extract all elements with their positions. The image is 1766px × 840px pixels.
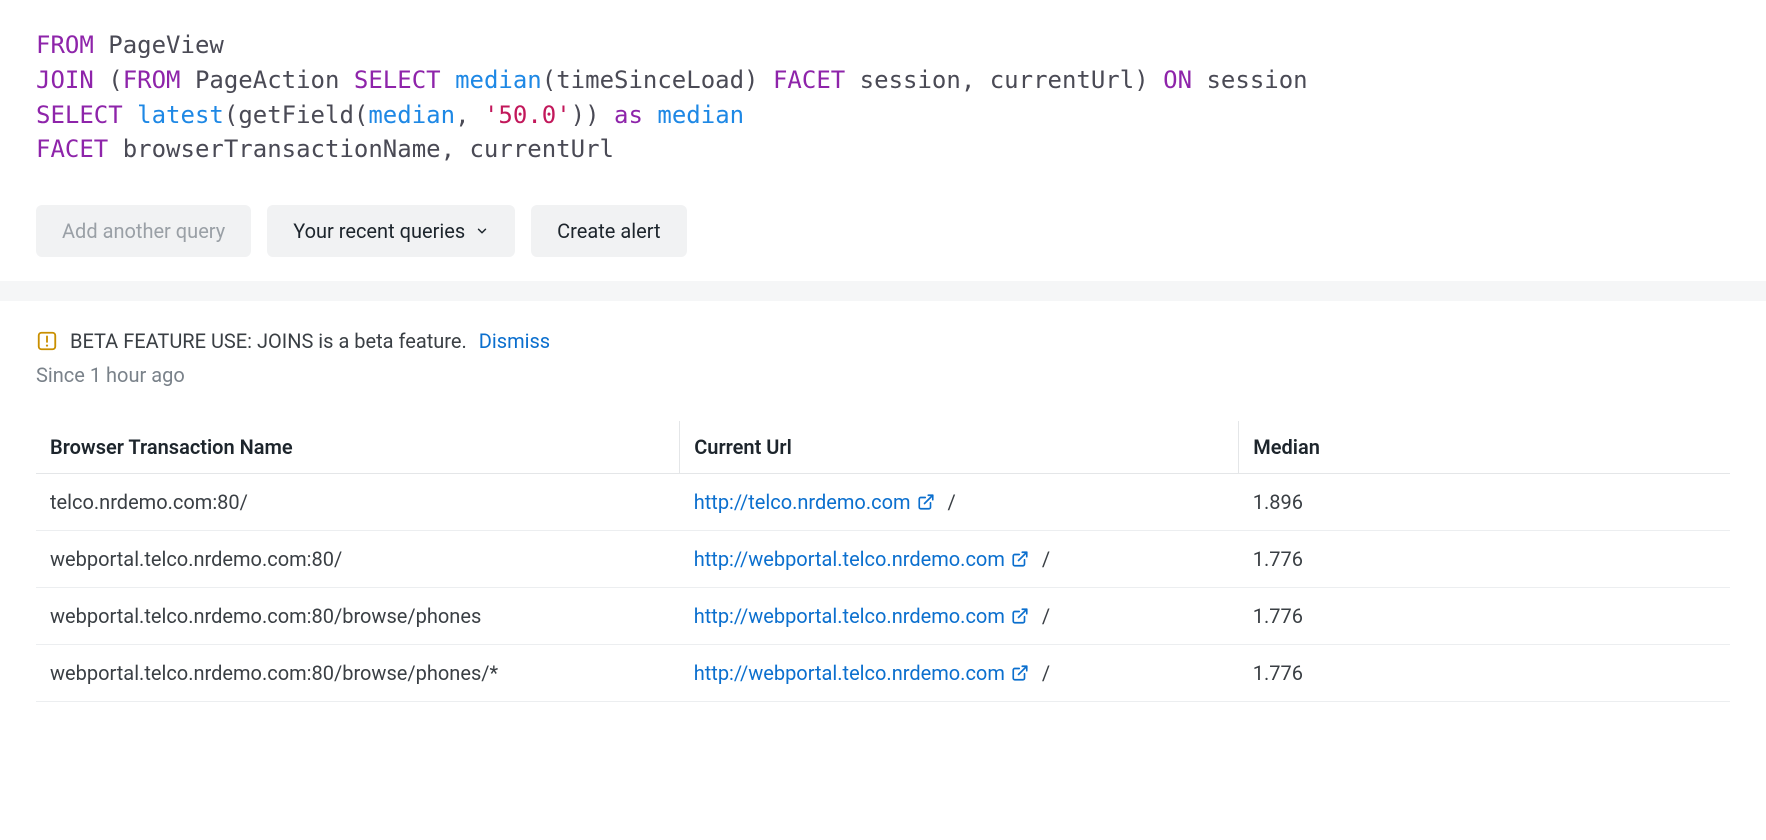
col-browser-transaction-name[interactable]: Browser Transaction Name <box>36 421 680 474</box>
kw-from: FROM <box>36 31 94 59</box>
url-link[interactable]: http://webportal.telco.nrdemo.com <box>694 661 1005 685</box>
section-divider <box>0 281 1766 301</box>
cell-browser-transaction-name: webportal.telco.nrdemo.com:80/browse/pho… <box>36 645 680 702</box>
table-row[interactable]: webportal.telco.nrdemo.com:80/browse/pho… <box>36 588 1730 645</box>
table-row[interactable]: telco.nrdemo.com:80/http://telco.nrdemo.… <box>36 474 1730 531</box>
fn-median: median <box>455 66 542 94</box>
cell-current-url: http://webportal.telco.nrdemo.com / <box>680 645 1239 702</box>
chevron-down-icon <box>475 224 489 238</box>
cell-current-url: http://telco.nrdemo.com / <box>680 474 1239 531</box>
external-link-icon <box>917 493 935 511</box>
results-table: Browser Transaction Name Current Url Med… <box>36 421 1730 702</box>
external-link-icon <box>1011 664 1029 682</box>
external-link-icon <box>1011 550 1029 568</box>
recent-queries-button[interactable]: Your recent queries <box>267 205 515 257</box>
kw-select2: SELECT <box>36 101 123 129</box>
query-editor-section: FROM PageView JOIN (FROM PageAction SELE… <box>0 0 1766 281</box>
arg-median: median <box>368 101 455 129</box>
create-alert-button[interactable]: Create alert <box>531 205 686 257</box>
add-query-label: Add another query <box>62 219 225 243</box>
cell-median: 1.896 <box>1239 474 1730 531</box>
alias-median: median <box>657 101 744 129</box>
cell-browser-transaction-name: telco.nrdemo.com:80/ <box>36 474 680 531</box>
fn-latest: latest <box>137 101 224 129</box>
url-suffix: / <box>1037 661 1050 685</box>
str-literal: '50.0' <box>484 101 571 129</box>
kw-on: ON <box>1163 66 1192 94</box>
url-link[interactable]: http://webportal.telco.nrdemo.com <box>694 604 1005 628</box>
cell-median: 1.776 <box>1239 645 1730 702</box>
fn-getfield: getField <box>238 101 354 129</box>
url-suffix: / <box>1037 547 1050 571</box>
external-link-icon <box>1011 607 1029 625</box>
cell-browser-transaction-name: webportal.telco.nrdemo.com:80/ <box>36 531 680 588</box>
cell-median: 1.776 <box>1239 531 1730 588</box>
kw-join: JOIN <box>36 66 94 94</box>
table-header-row: Browser Transaction Name Current Url Med… <box>36 421 1730 474</box>
beta-text: BETA FEATURE USE: JOINS is a beta featur… <box>70 329 467 353</box>
cell-browser-transaction-name: webportal.telco.nrdemo.com:80/browse/pho… <box>36 588 680 645</box>
col-median[interactable]: Median <box>1239 421 1730 474</box>
table-row[interactable]: webportal.telco.nrdemo.com:80/http://web… <box>36 531 1730 588</box>
cell-median: 1.776 <box>1239 588 1730 645</box>
kw-facet: FACET <box>773 66 845 94</box>
cell-current-url: http://webportal.telco.nrdemo.com / <box>680 531 1239 588</box>
tbl-pageaction: PageAction <box>195 66 340 94</box>
kw-as: as <box>614 101 643 129</box>
url-suffix: / <box>943 490 956 514</box>
tbl-pageview: PageView <box>108 31 224 59</box>
create-alert-label: Create alert <box>557 219 660 243</box>
table-row[interactable]: webportal.telco.nrdemo.com:80/browse/pho… <box>36 645 1730 702</box>
since-text: Since 1 hour ago <box>36 363 1730 387</box>
kw-select: SELECT <box>354 66 441 94</box>
nrql-query[interactable]: FROM PageView JOIN (FROM PageAction SELE… <box>36 28 1730 167</box>
kw-facet2: FACET <box>36 135 108 163</box>
add-another-query-button[interactable]: Add another query <box>36 205 251 257</box>
results-section: BETA FEATURE USE: JOINS is a beta featur… <box>0 301 1766 722</box>
url-link[interactable]: http://telco.nrdemo.com <box>694 490 911 514</box>
url-link[interactable]: http://webportal.telco.nrdemo.com <box>694 547 1005 571</box>
recent-queries-label: Your recent queries <box>293 219 465 243</box>
kw-from2: FROM <box>123 66 181 94</box>
warn-icon <box>36 330 58 352</box>
dismiss-link[interactable]: Dismiss <box>479 329 550 353</box>
query-toolbar: Add another query Your recent queries Cr… <box>36 205 1730 257</box>
cell-current-url: http://webportal.telco.nrdemo.com / <box>680 588 1239 645</box>
col-current-url[interactable]: Current Url <box>680 421 1239 474</box>
url-suffix: / <box>1037 604 1050 628</box>
beta-notice: BETA FEATURE USE: JOINS is a beta featur… <box>36 329 1730 353</box>
